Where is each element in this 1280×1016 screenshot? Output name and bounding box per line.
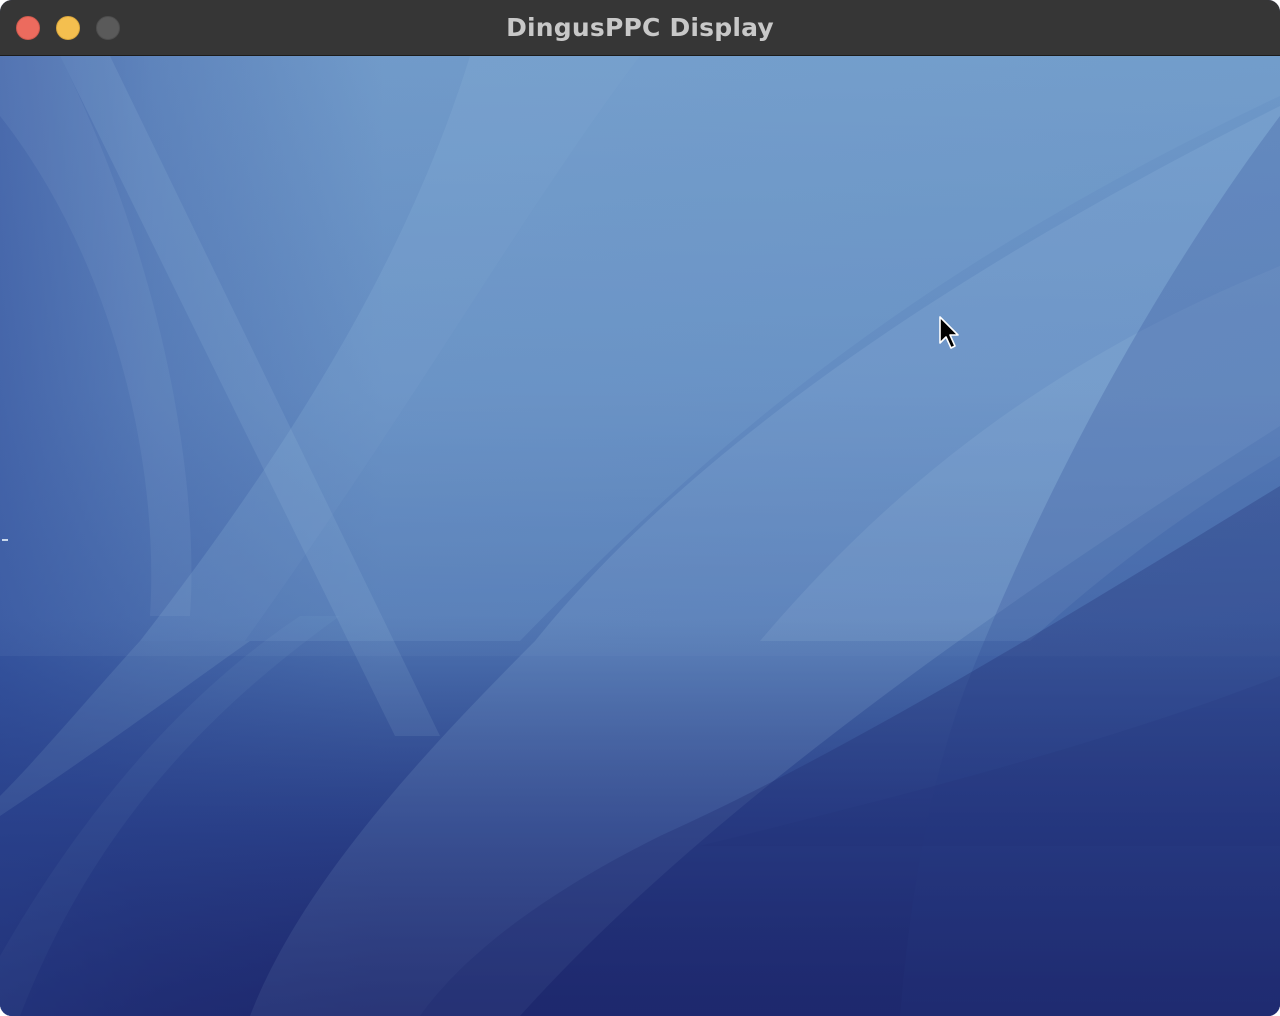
emulator-window: DingusPPC Display xyxy=(0,0,1280,1016)
arrow-cursor-icon xyxy=(939,316,959,349)
title-bar[interactable]: DingusPPC Display xyxy=(0,0,1280,56)
emulator-display[interactable] xyxy=(0,56,1280,1016)
window-title: DingusPPC Display xyxy=(506,13,774,42)
desktop-wallpaper xyxy=(0,56,1280,1016)
edge-marker xyxy=(2,539,8,541)
